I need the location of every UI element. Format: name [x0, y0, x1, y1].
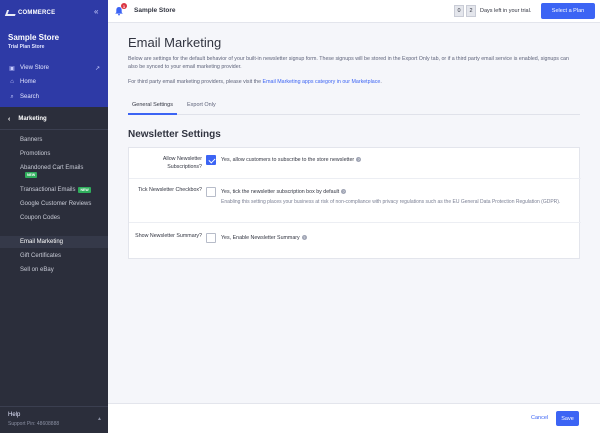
setting-option: Yes, tick the newsletter subscription bo… — [221, 189, 347, 195]
tabs: General Settings Export Only — [128, 98, 580, 115]
page-description: Below are settings for the default behav… — [128, 56, 569, 70]
newsletter-settings-panel: Allow Newsletter Subscriptions? Yes, all… — [128, 147, 581, 260]
setting-option-text: Yes, allow customers to subscribe to the… — [221, 157, 355, 163]
external-link-icon: ↗ — [94, 65, 100, 72]
sidebar-item-banners[interactable]: Banners — [20, 135, 42, 145]
cancel-button[interactable]: Cancel — [531, 415, 548, 421]
notification-count: 1 — [121, 3, 127, 9]
help-label: Help — [8, 412, 21, 418]
home-icon: ⌂ — [10, 79, 14, 85]
sidebar: COMMERCE « Sample Store Trial Plan Store… — [0, 0, 108, 433]
help-icon[interactable]: ? — [341, 189, 347, 195]
sidebar-item-label: Email Marketing — [20, 239, 64, 245]
sidebar-link-label: Search — [20, 94, 40, 100]
action-bar: Cancel Save — [108, 403, 600, 433]
marketplace-note-suffix: . — [380, 79, 382, 85]
sidebar-link-label: View Store — [20, 65, 49, 71]
sidebar-divider — [0, 129, 108, 130]
sidebar-item-coupon-codes[interactable]: Coupon Codes — [20, 213, 60, 223]
setting-label: Tick Newsletter Checkbox? — [138, 187, 202, 193]
save-button[interactable]: Save — [556, 411, 579, 426]
sidebar-item-label: Banners — [20, 137, 43, 143]
trial-days-digit: 0 — [454, 5, 464, 17]
sidebar-item-email-marketing[interactable]: Email Marketing — [0, 236, 108, 248]
sidebar-item-label: Coupon Codes — [20, 215, 61, 221]
setting-help-text: Enabling this setting places your busine… — [221, 199, 561, 205]
top-store-name: Sample Store — [134, 7, 176, 14]
sidebar-item-gift-certificates[interactable]: Gift Certificates — [20, 251, 61, 261]
setting-row-show-summary: Show Newsletter Summary? Yes, Enable New… — [129, 223, 581, 260]
sidebar-item-sell-on-ebay[interactable]: Sell on eBay — [20, 265, 54, 275]
caret-up-icon: ▲ — [97, 416, 102, 422]
logo-icon — [4, 10, 18, 16]
sidebar-link-view-store[interactable]: ▣ View Store ↗ — [8, 63, 100, 73]
new-badge: NEW — [78, 187, 91, 193]
sidebar-link-search[interactable]: ⌕ Search — [8, 92, 100, 102]
logo[interactable]: COMMERCE — [4, 8, 56, 18]
setting-row-tick-checkbox: Tick Newsletter Checkbox? Yes, tick the … — [129, 179, 581, 223]
sidebar-link-home[interactable]: ⌂ Home — [8, 77, 100, 87]
setting-label: Allow Newsletter Subscriptions? — [162, 156, 202, 170]
page-title: Email Marketing — [128, 35, 222, 50]
sidebar-section-marketing[interactable]: ‹ Marketing — [0, 112, 108, 126]
trial-days-digit: 2 — [466, 5, 476, 17]
setting-option-text: Yes, tick the newsletter subscription bo… — [221, 189, 340, 195]
sidebar-item-google-customer-reviews[interactable]: Google Customer Reviews — [20, 199, 91, 209]
setting-label: Show Newsletter Summary? — [135, 233, 202, 239]
setting-option: Yes, allow customers to subscribe to the… — [221, 157, 362, 163]
marketplace-note-text: For third party email marketing provider… — [128, 79, 263, 85]
sidebar-item-promotions[interactable]: Promotions — [20, 149, 50, 159]
section-title: Newsletter Settings — [128, 129, 221, 140]
tick-newsletter-checkbox[interactable] — [206, 187, 216, 197]
support-pin: Support Pin: 48608888 — [8, 421, 60, 427]
setting-row-allow-subscriptions: Allow Newsletter Subscriptions? Yes, all… — [129, 148, 581, 179]
tab-general-settings[interactable]: General Settings — [128, 98, 177, 115]
help-icon[interactable]: ? — [356, 157, 362, 163]
sidebar-link-label: Home — [20, 79, 37, 85]
top-bar: 1 Sample Store 0 2 Days left in your tri… — [108, 0, 600, 23]
new-badge: NEW — [25, 172, 38, 178]
collapse-sidebar-icon[interactable]: « — [94, 8, 98, 16]
allow-subscriptions-checkbox[interactable] — [206, 155, 216, 165]
logo-text: COMMERCE — [18, 10, 56, 16]
store-plan: Trial Plan Store — [8, 44, 45, 50]
setting-option-text: Yes, Enable Newsletter Summary — [221, 235, 300, 241]
tab-export-only[interactable]: Export Only — [183, 98, 220, 115]
setting-option: Yes, Enable Newsletter Summary? — [221, 235, 307, 241]
marketplace-link[interactable]: Email Marketing apps category in our Mar… — [263, 79, 381, 85]
trial-text: Days left in your trial. — [480, 8, 532, 14]
main-content: Email Marketing Below are settings for t… — [108, 23, 600, 403]
sidebar-section-label: Marketing — [18, 116, 47, 122]
sidebar-item-label: Promotions — [20, 151, 51, 157]
sidebar-header: COMMERCE « Sample Store Trial Plan Store… — [0, 0, 108, 107]
sidebar-item-label: Sell on eBay — [20, 267, 54, 273]
store-name: Sample Store — [8, 33, 60, 42]
search-icon: ⌕ — [10, 93, 14, 100]
help-icon[interactable]: ? — [301, 235, 307, 241]
sidebar-item-label: Google Customer Reviews — [20, 201, 92, 207]
sidebar-item-label: Gift Certificates — [20, 253, 62, 259]
show-summary-checkbox[interactable] — [206, 233, 216, 243]
sidebar-footer[interactable]: Help Support Pin: 48608888 ▲ — [0, 406, 108, 433]
sidebar-item-label: Abandoned Cart Emails — [20, 165, 84, 171]
marketplace-note: For third party email marketing provider… — [128, 79, 578, 85]
select-plan-button[interactable]: Select a Plan — [541, 3, 595, 19]
chevron-left-icon: ‹ — [8, 115, 11, 123]
sidebar-item-label: Transactional Emails — [20, 187, 76, 193]
storefront-icon: ▣ — [9, 65, 15, 72]
sidebar-item-transactional-emails[interactable]: Transactional Emails NEW — [20, 185, 91, 195]
